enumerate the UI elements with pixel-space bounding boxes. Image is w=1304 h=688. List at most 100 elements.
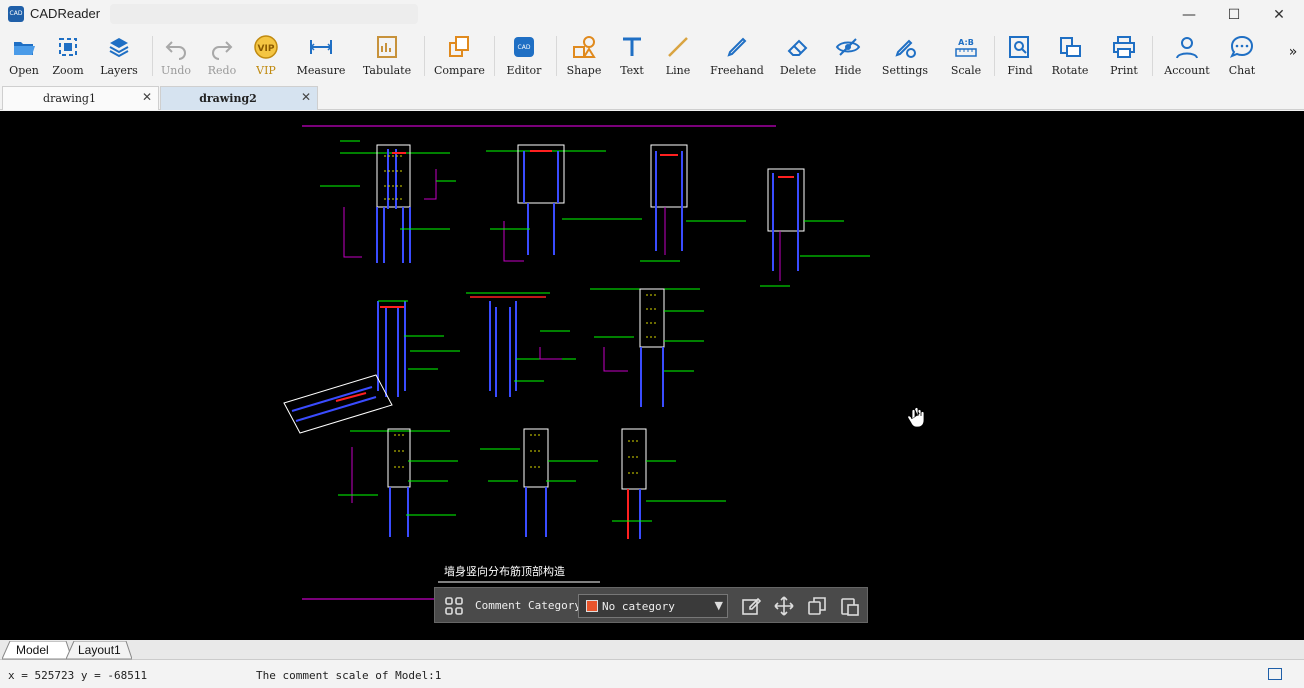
tab-drawing2-close-icon[interactable]: ✕ [301, 90, 311, 104]
minimize-button[interactable]: — [1166, 2, 1212, 28]
delete-button[interactable]: Delete [776, 34, 820, 82]
category-color-swatch [586, 600, 598, 612]
open-button[interactable]: Open [4, 34, 44, 82]
find-search-icon [1009, 36, 1029, 58]
shape-button[interactable]: Shape [564, 34, 604, 82]
tab-drawing1-close-icon[interactable]: ✕ [142, 90, 152, 104]
eraser-icon [787, 39, 808, 56]
toolbar-separator [556, 36, 557, 76]
zoom-button[interactable]: Zoom [48, 34, 88, 82]
toolbar-separator [424, 36, 425, 76]
wall-detail-6 [466, 292, 576, 397]
svg-text:A:B: A:B [958, 38, 974, 47]
layers-button[interactable]: Layers [96, 34, 142, 82]
svg-text:VIP: VIP [258, 44, 275, 54]
tab-layout1[interactable]: Layout1 [68, 641, 131, 659]
move-icon[interactable] [773, 595, 795, 617]
line-tool-icon [668, 37, 688, 57]
hide-label: Hide [834, 64, 862, 77]
shape-icon [573, 36, 596, 58]
scale-ruler-icon: A:B [955, 38, 977, 57]
editor-icon: CAD [514, 37, 534, 57]
redo-button[interactable]: Redo [204, 34, 240, 82]
account-label: Account [1164, 64, 1210, 77]
find-label: Find [1007, 64, 1033, 77]
tab-drawing2[interactable]: drawing2 ✕ [160, 86, 318, 110]
wall-detail-8 [338, 428, 458, 537]
vip-badge-icon: VIP [254, 35, 278, 59]
line-button[interactable]: Line [660, 34, 696, 82]
settings-label: Settings [881, 64, 929, 77]
vip-label: VIP [256, 64, 276, 77]
paste-icon[interactable] [839, 595, 861, 617]
print-label: Print [1110, 64, 1138, 77]
compare-label: Compare [434, 64, 485, 77]
panel-toggle-icon[interactable] [1268, 668, 1282, 680]
text-tool-icon [623, 37, 641, 56]
category-selected-value: No category [602, 600, 675, 613]
zoom-icon [59, 38, 77, 56]
printer-icon [1113, 36, 1135, 58]
layout-tabs: Model Layout1 [0, 640, 1304, 660]
maximize-button[interactable]: ☐ [1211, 2, 1257, 28]
hide-button[interactable]: Hide [830, 34, 866, 82]
shape-label: Shape [566, 64, 602, 77]
folder-open-icon [14, 42, 35, 55]
measure-button[interactable]: Measure [296, 34, 346, 82]
comment-category-label: Comment Category [475, 599, 581, 612]
title-search-box[interactable] [110, 4, 418, 24]
wall-detail-7 [590, 288, 704, 407]
wall-detail-5 [283, 300, 460, 434]
close-window-button[interactable]: ✕ [1256, 2, 1302, 28]
comment-category-select[interactable]: No category ▼ [578, 594, 728, 618]
line-label: Line [665, 64, 691, 77]
tab-model[interactable]: Model [6, 641, 59, 659]
print-button[interactable]: Print [1104, 34, 1144, 82]
rotate-button[interactable]: Rotate [1048, 34, 1092, 82]
wall-detail-1 [320, 140, 456, 263]
hand-pan-cursor-icon [907, 407, 925, 428]
copy-icon[interactable] [806, 595, 828, 617]
document-tabs: drawing1 ✕ drawing2 ✕ [0, 84, 1304, 110]
undo-button[interactable]: Undo [158, 34, 194, 82]
wall-detail-4 [760, 168, 870, 287]
wall-detail-10 [612, 428, 726, 539]
chat-button[interactable]: Chat [1222, 34, 1262, 82]
tabulate-label: Tabulate [362, 64, 412, 77]
hide-eye-icon [835, 38, 861, 56]
toolbar-separator [494, 36, 495, 76]
svg-text:CAD: CAD [518, 44, 531, 51]
find-button[interactable]: Find [1002, 34, 1038, 82]
measure-ruler-icon [309, 40, 333, 54]
settings-button[interactable]: Settings [878, 34, 932, 82]
zoom-label: Zoom [52, 64, 84, 77]
rotate-label: Rotate [1051, 64, 1089, 77]
grid-menu-icon[interactable] [443, 595, 465, 617]
tabulate-table-icon [377, 36, 397, 58]
text-button[interactable]: Text [614, 34, 650, 82]
redo-icon [212, 41, 233, 60]
scale-button[interactable]: A:B Scale [946, 34, 986, 82]
vip-button[interactable]: VIP VIP [248, 34, 284, 82]
layers-icon [109, 38, 129, 58]
compare-button[interactable]: Compare [434, 34, 485, 82]
settings-gear-icon [895, 39, 916, 58]
tabulate-button[interactable]: Tabulate [360, 34, 414, 82]
chat-label: Chat [1228, 64, 1256, 77]
chevron-down-icon: ▼ [714, 599, 723, 612]
toolbar-separator [1152, 36, 1153, 76]
cad-drawing-canvas[interactable]: 墙身竖向分布筋顶部构造 Comment Category No category… [0, 111, 1304, 640]
measure-label: Measure [296, 64, 346, 77]
editor-button[interactable]: CAD Editor [502, 34, 546, 82]
freehand-button[interactable]: Freehand [706, 34, 768, 82]
app-logo-icon: CAD [8, 6, 24, 22]
account-button[interactable]: Account [1162, 34, 1212, 82]
compare-icon [449, 36, 469, 57]
scale-label: Scale [950, 64, 982, 77]
toolbar-separator [994, 36, 995, 76]
tab-drawing1[interactable]: drawing1 ✕ [2, 86, 159, 110]
undo-icon [165, 41, 186, 60]
edit-comment-icon[interactable] [740, 595, 762, 617]
wall-detail-2 [486, 144, 642, 262]
tab-drawing1-label: drawing1 [43, 92, 96, 105]
